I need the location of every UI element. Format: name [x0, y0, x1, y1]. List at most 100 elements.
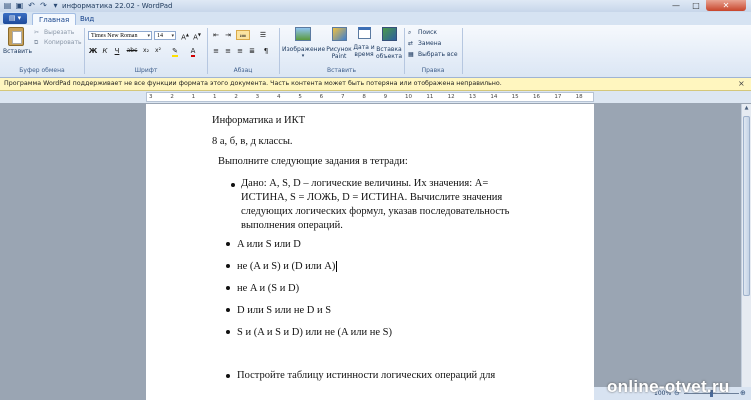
subscript-button[interactable]: x₂	[141, 46, 151, 56]
ruler-tick-label: 11	[426, 94, 434, 100]
task2-line: Постройте таблицу истинности логических …	[237, 370, 496, 381]
copy-label: Копировать	[44, 39, 82, 46]
window-title: информатика 22.02 - WordPad	[62, 2, 173, 10]
undo-icon[interactable]: ↶	[27, 1, 36, 10]
save-icon[interactable]: ▣	[15, 1, 24, 10]
ruler-tick-label: 1	[191, 94, 196, 100]
font-family-select[interactable]: Times New Roman ▾	[88, 31, 152, 40]
ruler-tick-label: 12	[447, 94, 455, 100]
ruler-tick-label: 3	[255, 94, 260, 100]
ruler-tick-label: 18	[575, 94, 583, 100]
object-label-1: Вставка	[376, 46, 402, 53]
copy-button[interactable]: ⧉ Копировать	[34, 39, 81, 47]
ruler-tick-label: 8	[362, 94, 366, 100]
app-menu-button[interactable]: ▤ ▾	[3, 13, 27, 24]
font-color-icon: A	[190, 47, 196, 57]
bullet-icon	[231, 183, 235, 187]
minimize-button[interactable]: —	[666, 0, 686, 11]
font-group-label: Шрифт	[134, 67, 158, 74]
bold-button[interactable]: Ж	[88, 46, 98, 56]
ruler-tick-label: 10	[405, 94, 412, 100]
ruler-tick-label: 2	[234, 94, 238, 100]
doc-classes: 8 а, б, в, д классы.	[212, 136, 293, 147]
vertical-scrollbar[interactable]: ▲	[741, 104, 751, 387]
font-size-value: 14	[157, 33, 163, 39]
cut-button[interactable]: ✂ Вырезать	[34, 29, 74, 37]
italic-button[interactable]: К	[100, 46, 110, 56]
task1-line: Дано: A, S, D – логические величины. Их …	[241, 178, 489, 189]
info-bar-close-icon[interactable]: ×	[738, 78, 745, 90]
clipboard-icon	[8, 27, 24, 46]
ruler[interactable]: 3 2 1 1 2 3 4 5 6 7 8 9 10 11 12 13 14 15 16 17 18	[146, 92, 594, 102]
redo-icon[interactable]: ↷	[39, 1, 48, 10]
compatibility-info-bar: Программа WordPad поддерживает не все фу…	[0, 78, 751, 91]
bullet-icon	[226, 242, 230, 246]
find-label: Поиск	[418, 29, 438, 36]
strikethrough-button[interactable]: abc	[125, 46, 139, 56]
task1-line: следующих логических формул, указав посл…	[241, 206, 510, 217]
task1-line: выполнения операций.	[241, 220, 343, 231]
superscript-button[interactable]: x²	[153, 46, 163, 56]
quick-access-dropdown-icon[interactable]: ▾	[51, 1, 60, 10]
maximize-button[interactable]: □	[686, 0, 706, 11]
group-divider	[462, 28, 463, 74]
increase-indent-button[interactable]: ⇥	[223, 30, 233, 40]
select-all-icon: ▦	[408, 51, 414, 58]
ruler-tick-label: 5	[298, 94, 302, 100]
bullet-icon	[226, 286, 230, 290]
line-spacing-button[interactable]: ☰	[256, 30, 270, 40]
insert-datetime-button[interactable]: Дата и время	[352, 27, 376, 58]
bullet-list-button[interactable]: ≔	[236, 30, 250, 40]
tab-view[interactable]: Вид	[74, 13, 100, 25]
highlight-button[interactable]: ✎	[168, 46, 182, 57]
paragraph-settings-button[interactable]: ¶	[261, 46, 271, 56]
paste-button[interactable]: Вставить	[3, 27, 33, 55]
object-icon	[381, 27, 397, 41]
find-button[interactable]: ⌕ Поиск	[408, 29, 437, 37]
ruler-tick-label: 4	[277, 94, 281, 100]
ruler-tick-label: 7	[341, 94, 345, 100]
object-label-2: объекта	[376, 53, 403, 60]
scroll-up-icon[interactable]: ▲	[743, 105, 750, 111]
justify-button[interactable]: ≣	[247, 46, 257, 56]
formula-item: не (A и S) и (D или A)	[237, 260, 338, 273]
ruler-tick-label: 6	[319, 94, 324, 100]
scissors-icon: ✂	[34, 29, 40, 36]
zoom-in-icon[interactable]: ⊕	[740, 387, 746, 400]
ruler-tick-label: 9	[383, 94, 388, 100]
bullet-icon	[226, 374, 230, 378]
close-button[interactable]: ✕	[706, 0, 746, 11]
ruler-tick-label: 16	[533, 94, 540, 100]
ruler-tick-label: 2	[170, 94, 174, 100]
doc-instruction: Выполните следующие задания в тетради:	[218, 156, 408, 167]
insert-object-button[interactable]: Вставка объекта	[376, 27, 402, 60]
insert-paint-drawing-button[interactable]: Рисунок Paint	[326, 27, 352, 60]
chevron-down-icon: ▾	[301, 53, 305, 59]
font-size-select[interactable]: 14 ▾	[154, 31, 176, 40]
replace-button[interactable]: ⇄ Замена	[408, 40, 441, 48]
ruler-tick-label: 13	[469, 94, 476, 100]
align-right-button[interactable]: ≡	[235, 46, 245, 56]
underline-button[interactable]: Ч	[112, 46, 122, 56]
paste-label: Вставить	[3, 48, 33, 55]
align-left-button[interactable]: ≡	[211, 46, 221, 56]
ruler-tick-label: 17	[554, 94, 562, 100]
ruler-ticks: 3 2 1 1 2 3 4 5 6 7 8 9 10 11 12 13 14 15 16 17 18	[147, 93, 593, 101]
bullet-icon	[226, 264, 230, 268]
insert-image-label: Изображение	[282, 46, 326, 53]
decrease-indent-button[interactable]: ⇤	[211, 30, 221, 40]
align-center-button[interactable]: ≡	[223, 46, 233, 56]
font-color-button[interactable]: A	[186, 46, 200, 57]
document-page[interactable]: Информатика и ИКТ 8 а, б, в, д классы. В…	[146, 104, 594, 400]
copy-icon: ⧉	[34, 39, 39, 46]
scrollbar-thumb[interactable]	[743, 116, 750, 296]
shrink-font-button[interactable]: A▼	[192, 30, 202, 41]
wordpad-app-icon: ▤	[3, 1, 12, 10]
insert-image-button[interactable]: Изображение ▾	[282, 27, 326, 60]
ribbon: Вставить ✂ Вырезать ⧉ Копировать Буфер обм…	[0, 25, 751, 78]
highlighter-icon: ✎	[172, 47, 178, 57]
select-all-label: Выбрать все	[418, 51, 458, 58]
grow-font-button[interactable]: A▲	[180, 30, 190, 41]
ruler-tick-label: 1	[213, 94, 217, 100]
select-all-button[interactable]: ▦ Выбрать все	[408, 51, 458, 59]
